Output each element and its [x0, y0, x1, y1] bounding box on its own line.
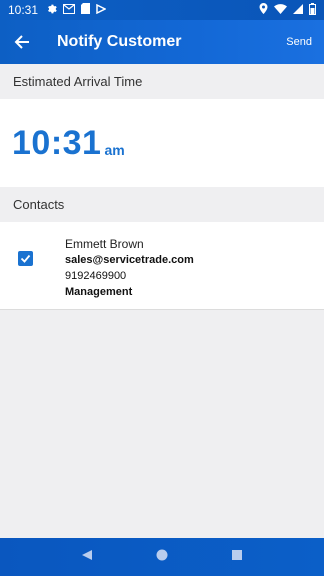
status-left-icons	[46, 3, 107, 17]
contact-name: Emmett Brown	[65, 237, 144, 251]
square-recents-icon	[231, 550, 242, 560]
contacts-section-header: Contacts	[0, 187, 324, 223]
navigation-bar	[0, 538, 324, 576]
app-bar: Notify Customer Send	[0, 20, 324, 64]
gear-icon	[46, 3, 57, 17]
wifi-icon	[274, 3, 287, 17]
contact-email: sales@servicetrade.com	[65, 254, 194, 266]
contact-role: Management	[65, 286, 133, 298]
nav-back-button[interactable]	[81, 548, 93, 566]
status-bar: 10:31	[0, 0, 324, 20]
nav-recents-button[interactable]	[231, 548, 243, 566]
eta-time-value: 10:31	[12, 123, 102, 162]
back-button[interactable]	[0, 20, 44, 64]
send-button[interactable]: Send	[286, 36, 312, 48]
signal-icon	[293, 3, 303, 17]
eta-section-header: Estimated Arrival Time	[0, 64, 324, 100]
eta-time-picker[interactable]: 10:31 am	[0, 99, 324, 187]
battery-icon	[309, 2, 316, 18]
contact-info: Emmett Brown sales@servicetrade.com 9192…	[65, 236, 194, 300]
location-icon	[259, 3, 268, 17]
status-right-icons	[259, 2, 316, 18]
contact-list-item[interactable]: Emmett Brown sales@servicetrade.com 9192…	[0, 222, 324, 310]
gmail-icon	[63, 3, 76, 17]
sim-icon	[81, 3, 91, 17]
contact-phone: 9192469900	[65, 270, 127, 282]
page-title: Notify Customer	[57, 33, 182, 50]
contact-checkbox[interactable]	[18, 251, 33, 266]
app-icon	[96, 3, 107, 17]
triangle-back-icon	[82, 550, 93, 560]
status-time: 10:31	[8, 3, 39, 17]
checkmark-icon	[20, 254, 31, 263]
circle-home-icon	[156, 549, 168, 561]
arrow-left-icon	[14, 35, 29, 49]
nav-home-button[interactable]	[156, 548, 168, 566]
eta-ampm-value: am	[104, 142, 125, 158]
